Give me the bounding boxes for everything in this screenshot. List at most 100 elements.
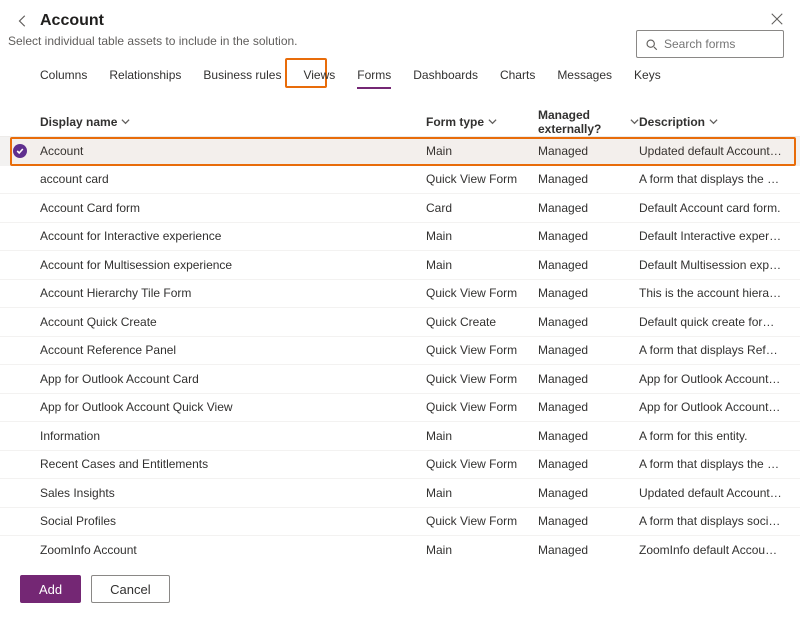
cell-description: App for Outlook Account Card [639,372,790,386]
cell-managed: Managed [538,343,639,357]
cell-form-type: Main [426,144,538,158]
table-row[interactable]: InformationMainManagedA form for this en… [0,422,800,451]
cell-form-type: Quick View Form [426,514,538,528]
cell-description: This is the account hierarchy definition… [639,286,790,300]
cell-form-type: Main [426,429,538,443]
cell-form-type: Quick View Form [426,457,538,471]
table-row[interactable]: Social ProfilesQuick View FormManagedA f… [0,508,800,537]
cell-form-type: Main [426,229,538,243]
checkmark-icon [13,144,27,158]
table-row[interactable]: Account Hierarchy Tile FormQuick View Fo… [0,280,800,309]
cell-managed: Managed [538,144,639,158]
chevron-down-icon [630,115,639,129]
close-icon[interactable] [770,12,784,26]
column-header-managed-externally[interactable]: Managed externally? [538,108,639,136]
cell-managed: Managed [538,543,639,557]
cell-display-name: Account [40,144,426,158]
cell-display-name: Sales Insights [40,486,426,500]
cell-description: Default Interactive experience Account [639,229,790,243]
cell-managed: Managed [538,486,639,500]
page-title: Account [40,12,104,30]
cell-description: A form that displays the account card. [639,172,790,186]
cell-form-type: Main [426,258,538,272]
table-header-row: Display name Form type Managed externall… [0,107,800,137]
search-icon [645,38,658,51]
tab-dashboards[interactable]: Dashboards [413,62,478,92]
cell-description: Default quick create form for Account [639,315,790,329]
cell-managed: Managed [538,514,639,528]
cell-managed: Managed [538,201,639,215]
cell-display-name: Social Profiles [40,514,426,528]
cell-form-type: Quick View Form [426,400,538,414]
tab-relationships[interactable]: Relationships [109,62,181,92]
cell-form-type: Main [426,486,538,500]
tab-charts[interactable]: Charts [500,62,535,92]
forms-table: Display name Form type Managed externall… [0,107,800,565]
cell-description: Updated default Account form. [639,486,790,500]
column-header-display-name[interactable]: Display name [40,115,426,129]
cell-display-name: Recent Cases and Entitlements [40,457,426,471]
table-row[interactable]: account cardQuick View FormManagedA form… [0,166,800,195]
table-row[interactable]: Recent Cases and EntitlementsQuick View … [0,451,800,480]
cell-form-type: Quick View Form [426,372,538,386]
tab-business-rules[interactable]: Business rules [203,62,281,92]
cell-display-name: Account for Interactive experience [40,229,426,243]
table-row[interactable]: AccountMainManagedUpdated default Accoun… [0,137,800,166]
cell-form-type: Quick View Form [426,172,538,186]
cell-managed: Managed [538,457,639,471]
cell-description: Default Multisession experience Accoun [639,258,790,272]
tab-forms[interactable]: Forms [357,62,391,92]
table-row[interactable]: Account for Multisession experienceMainM… [0,251,800,280]
search-input[interactable] [664,37,775,51]
tab-columns[interactable]: Columns [40,62,87,92]
cell-display-name: App for Outlook Account Card [40,372,426,386]
cell-display-name: ZoomInfo Account [40,543,426,557]
back-arrow-icon[interactable] [16,14,30,28]
table-row[interactable]: Account Card formCardManagedDefault Acco… [0,194,800,223]
column-header-form-type[interactable]: Form type [426,115,538,129]
cell-display-name: Account Reference Panel [40,343,426,357]
table-row[interactable]: App for Outlook Account Quick ViewQuick … [0,394,800,423]
cell-description: Default Account card form. [639,201,790,215]
cell-display-name: account card [40,172,426,186]
cell-form-type: Main [426,543,538,557]
cell-display-name: Account Quick Create [40,315,426,329]
table-row[interactable]: Account Quick CreateQuick CreateManagedD… [0,308,800,337]
table-row[interactable]: Account Reference PanelQuick View FormMa… [0,337,800,366]
cell-managed: Managed [538,172,639,186]
cell-form-type: Card [426,201,538,215]
tab-messages[interactable]: Messages [557,62,612,92]
cell-description: ZoomInfo default Account form. [639,543,790,557]
cell-managed: Managed [538,400,639,414]
cell-managed: Managed [538,429,639,443]
cancel-button[interactable]: Cancel [91,575,169,603]
cell-display-name: Account Card form [40,201,426,215]
cell-managed: Managed [538,315,639,329]
add-button[interactable]: Add [20,575,81,603]
cell-form-type: Quick View Form [426,343,538,357]
cell-form-type: Quick View Form [426,286,538,300]
footer-bar: Add Cancel [0,561,800,617]
tab-views[interactable]: Views [303,62,335,92]
chevron-down-icon [121,115,130,129]
cell-form-type: Quick Create [426,315,538,329]
cell-display-name: Information [40,429,426,443]
cell-display-name: Account Hierarchy Tile Form [40,286,426,300]
cell-managed: Managed [538,229,639,243]
table-row[interactable]: Account for Interactive experienceMainMa… [0,223,800,252]
cell-description: App for Outlook Account Quick View [639,400,790,414]
cell-description: A form that displays the recent cases an [639,457,790,471]
column-header-description[interactable]: Description [639,115,790,129]
cell-description: A form that displays Reference Panel of [639,343,790,357]
cell-managed: Managed [538,286,639,300]
cell-description: Updated default Account form. [639,144,790,158]
cell-display-name: App for Outlook Account Quick View [40,400,426,414]
cell-description: A form that displays social profiles of … [639,514,790,528]
tab-keys[interactable]: Keys [634,62,661,92]
cell-description: A form for this entity. [639,429,790,443]
table-row[interactable]: Sales InsightsMainManagedUpdated default… [0,479,800,508]
cell-managed: Managed [538,258,639,272]
cell-managed: Managed [538,372,639,386]
table-row[interactable]: App for Outlook Account CardQuick View F… [0,365,800,394]
search-input-container[interactable] [636,30,784,58]
